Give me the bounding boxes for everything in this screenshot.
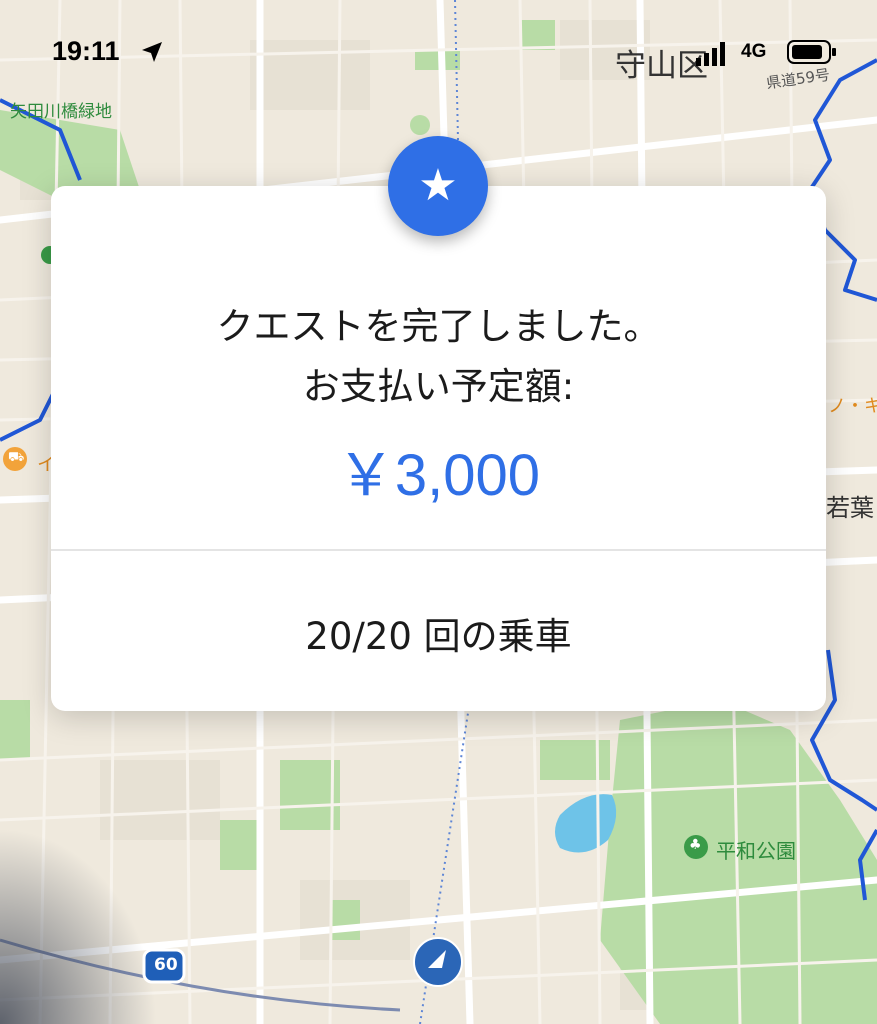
location-arrow-icon (142, 42, 162, 62)
park-icon: ♣ (689, 837, 702, 853)
modal-divider (51, 549, 826, 551)
battery-icon (787, 40, 836, 64)
star-icon: ★ (388, 136, 488, 236)
quest-complete-message: クエストを完了しました。 (216, 305, 661, 348)
payment-amount: ￥3,000 (336, 443, 541, 508)
cellular-signal-icon (696, 42, 725, 66)
star-glyph: ★ (418, 160, 458, 211)
map-label-green-area[interactable]: 矢田川橋緑地 (10, 97, 112, 122)
network-type: 4G (741, 41, 767, 62)
map-label-area: 若葉 (826, 494, 874, 522)
map-label-orange[interactable]: ノ・キ (828, 392, 877, 418)
status-time: 19:11 (52, 36, 120, 66)
ride-count: 20/20 回の乗車 (305, 615, 572, 658)
cart-icon: ⛟ (8, 450, 25, 465)
route-shield-label: 60 (154, 955, 178, 975)
quest-complete-modal: クエストを完了しました。 お支払い予定額: ￥3,000 20/20 回の乗車 (51, 186, 826, 711)
payment-scheduled-label: お支払い予定額: (302, 365, 575, 408)
map-label-park[interactable]: 平和公園 (716, 835, 796, 864)
map-label-district: 守山区 (615, 48, 708, 84)
